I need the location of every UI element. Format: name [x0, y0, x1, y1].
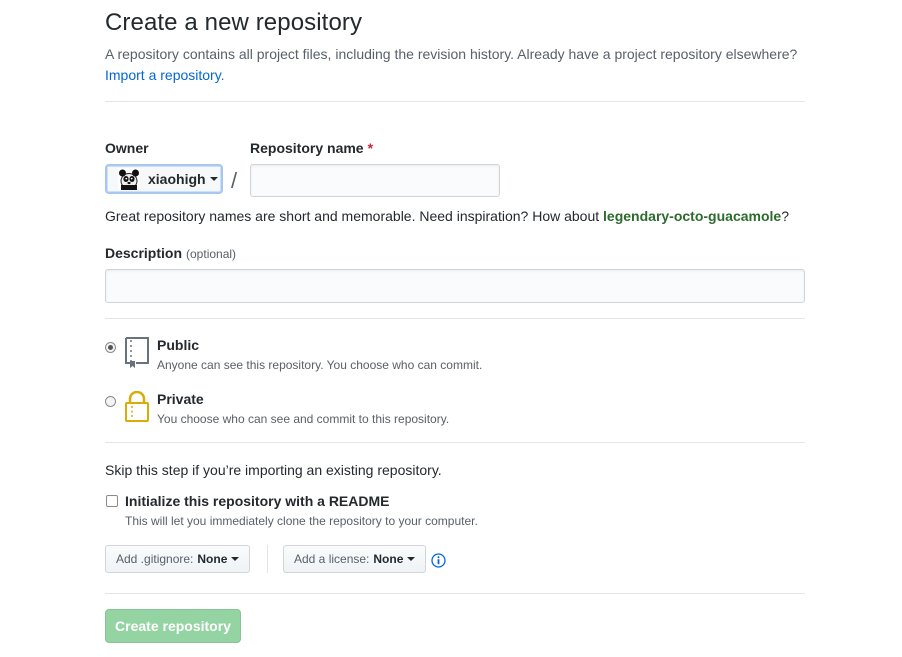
divider-visibility-top	[105, 318, 805, 319]
lock-icon	[125, 391, 149, 422]
hint-suffix: ?	[781, 208, 789, 224]
chevron-down-icon	[407, 557, 416, 561]
hint-prefix: Great repository names are short and mem…	[105, 208, 604, 224]
owner-label: Owner	[105, 140, 149, 156]
public-radio[interactable]	[105, 342, 116, 353]
gitignore-value: None	[197, 552, 228, 566]
license-label: Add a license:	[294, 552, 370, 566]
page-title: Create a new repository	[105, 9, 363, 36]
private-description: You choose who can see and commit to thi…	[157, 412, 450, 426]
public-description: Anyone can see this repository. You choo…	[157, 358, 483, 372]
chevron-down-icon	[209, 177, 218, 181]
create-repository-button[interactable]: Create repository	[105, 609, 241, 643]
optional-note: (optional)	[186, 247, 237, 261]
description-label-text: Description	[105, 245, 183, 261]
gitignore-select-button[interactable]: Add .gitignore: None	[105, 545, 251, 573]
select-divider	[267, 545, 268, 573]
repository-name-hint: Great repository names are short and mem…	[105, 208, 789, 224]
private-title: Private	[157, 391, 204, 407]
info-icon[interactable]	[431, 553, 446, 568]
owner-select-button[interactable]: xiaohigh	[105, 164, 223, 194]
owner-repo-separator: /	[231, 168, 238, 193]
repository-name-label-text: Repository name	[250, 140, 364, 156]
import-repository-link[interactable]: Import a repository	[105, 67, 221, 83]
readme-checkbox[interactable]	[106, 495, 118, 507]
readme-description: This will let you immediately clone the …	[125, 514, 478, 528]
repo-book-icon	[125, 337, 149, 368]
owner-name: xiaohigh	[148, 171, 206, 187]
private-radio[interactable]	[105, 396, 116, 407]
repository-name-label: Repository name *	[250, 140, 373, 156]
required-mark: *	[367, 140, 374, 156]
chevron-down-icon	[231, 557, 240, 561]
divider-top	[105, 101, 805, 102]
divider-init-top	[105, 442, 805, 443]
gitignore-label: Add .gitignore:	[116, 552, 194, 566]
skip-step-note: Skip this step if you’re importing an ex…	[105, 462, 442, 478]
subtitle-text: A repository contains all project files,…	[105, 46, 798, 62]
divider-submit-top	[105, 593, 805, 594]
description-label: Description (optional)	[105, 245, 236, 261]
license-select-button[interactable]: Add a license: None	[283, 545, 427, 573]
import-period: .	[220, 67, 225, 83]
public-title: Public	[157, 337, 200, 353]
owner-avatar	[118, 168, 140, 190]
description-input[interactable]	[105, 269, 805, 303]
readme-label[interactable]: Initialize this repository with a README	[125, 493, 389, 509]
license-value: None	[373, 552, 404, 566]
page-subtitle: A repository contains all project files,…	[105, 44, 825, 86]
suggested-name[interactable]: legendary-octo-guacamole	[603, 208, 781, 224]
repository-name-input[interactable]	[250, 164, 500, 197]
